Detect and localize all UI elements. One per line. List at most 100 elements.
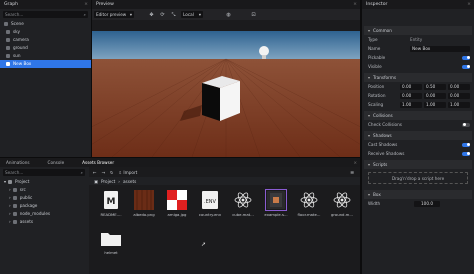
graph-item-label: Scene [11,21,24,26]
graph-search-input[interactable]: Search... ⌕ [3,11,88,18]
asset-tile[interactable]: floor.mate... [297,190,321,217]
folder-icon [12,188,17,192]
check-collisions-row: Check Collisions [362,120,474,129]
breadcrumb-project[interactable]: Project [101,179,115,184]
graph-item[interactable]: camera [0,36,91,44]
folder-icon [101,228,121,248]
project-folder-label: public [19,195,33,200]
scale-gizmo-icon[interactable]: ⤡ [170,11,177,18]
script-drop-zone[interactable]: Drag'n'drop a script here [368,172,468,184]
script-file-icon [265,189,287,211]
receive-shadows-label: Receive Shadows [368,151,405,156]
project-search-placeholder: Search... [5,170,24,175]
width-field[interactable]: 100.0 [414,200,440,207]
globe-icon[interactable]: ◍ [225,11,232,18]
close-icon[interactable]: × [353,160,360,165]
material-icon [233,190,253,210]
folder-icon [12,196,17,200]
close-icon[interactable]: × [467,0,474,9]
close-icon[interactable]: × [84,0,91,9]
graph-item[interactable]: ground [0,44,91,52]
section-transforms[interactable]: ▾ Transforms [364,73,472,82]
scene-render[interactable] [92,31,360,157]
menu-icon[interactable]: ☰ [350,170,360,175]
graph-item[interactable]: sun [0,52,91,60]
section-shadows[interactable]: ▾ Shadows [364,131,472,140]
focus-icon[interactable]: ⊡ [250,11,257,18]
check-collisions-toggle[interactable] [462,122,470,127]
position-z-field[interactable]: 0.00 [448,83,470,90]
chevron-right-icon: › [9,219,11,224]
section-common[interactable]: ▾ Common [364,26,472,35]
chevron-down-icon: ▾ [368,162,371,167]
cast-shadows-label: Cast Shadows [368,142,398,147]
pickable-toggle[interactable] [462,55,470,60]
asset-tile[interactable]: ground.m... [330,190,354,217]
svg-text:.ENV: .ENV [204,199,216,205]
asset-tile[interactable]: cube.mat... [231,190,255,217]
position-row: Position 0.00 0.50 0.00 [362,82,474,91]
breadcrumb: ▣ Project › assets [89,177,360,185]
preview-toolbar: Editor preview ▾ ✥ ⟳ ⤡ Local ▾ ◍ ⊡ [92,9,360,20]
chevron-down-icon: ▾ [368,192,371,197]
scaling-x-field[interactable]: 1.00 [400,101,422,108]
assets-browser: ← → ↻ ⇩ Import ☰ ▣ Project › assets M REA… [89,167,360,274]
space-select[interactable]: Local ▾ [181,11,203,18]
section-common-label: Common [373,28,392,33]
asset-tile[interactable]: .ENV country.env [198,190,222,217]
import-button[interactable]: ⇩ Import [119,170,138,175]
section-scripts[interactable]: ▾ Scripts [364,160,472,169]
project-folder-item[interactable]: › public [0,194,88,202]
rotate-gizmo-icon[interactable]: ⟳ [159,11,166,18]
back-arrow-icon[interactable]: ← [93,170,97,175]
receive-shadows-row: Receive Shadows [362,149,474,158]
graph-item-label: ground [13,45,28,50]
image-thumbnail [167,190,187,210]
project-folder-item[interactable]: › assets [0,218,88,226]
cast-shadows-toggle[interactable] [462,142,470,147]
tab-animations[interactable]: Animations [0,158,36,167]
rotation-z-field[interactable]: 0.00 [448,92,470,99]
project-root[interactable]: ▾ Project [0,178,88,186]
scaling-z-field[interactable]: 1.00 [448,101,470,108]
section-collisions[interactable]: ▾ Collisions [364,111,472,120]
asset-name: country.env [198,212,222,217]
scaling-y-field[interactable]: 1.00 [424,101,446,108]
asset-tile[interactable]: M README.... [99,190,123,217]
position-y-field[interactable]: 0.50 [424,83,446,90]
inspector-panel: ▾ Common Type Entity Name New Box Pickabl… [362,9,474,274]
name-field[interactable]: New Box [410,45,470,52]
3d-viewport[interactable] [92,31,360,157]
forward-arrow-icon[interactable]: → [102,170,106,175]
tab-assets-browser[interactable]: Assets Browser [76,158,120,167]
project-folder-item[interactable]: › src [0,186,88,194]
project-folder-item[interactable]: › node_modules [0,210,88,218]
close-icon[interactable]: × [353,0,360,9]
graph-search-placeholder: Search... [5,12,24,17]
graph-item[interactable]: sky [0,28,91,36]
chevron-right-icon: › [9,187,11,192]
section-box[interactable]: ▾ Box [364,190,472,199]
move-gizmo-icon[interactable]: ✥ [148,11,155,18]
receive-shadows-toggle[interactable] [462,151,470,156]
section-scripts-label: Scripts [373,162,388,167]
asset-tile[interactable]: example.s... [264,189,288,217]
project-search-input[interactable]: Search... ⌕ [3,169,85,176]
breadcrumb-assets[interactable]: assets [123,179,136,184]
graph-item[interactable]: New Box [0,60,91,68]
visible-toggle[interactable] [462,64,470,69]
rotation-x-field[interactable]: 0.00 [400,92,422,99]
assets-toolbar: ← → ↻ ⇩ Import ☰ [89,167,360,177]
width-label: Width [368,201,381,206]
asset-tile[interactable]: amiga.jpg [165,190,189,217]
camera-select[interactable]: Editor preview ▾ [94,11,134,18]
tab-console[interactable]: Console [42,158,71,167]
graph-item[interactable]: Scene [0,20,91,28]
asset-tile[interactable]: albedo.png [132,190,156,217]
project-folder-item[interactable]: › package [0,202,88,210]
project-tree-panel: Search... ⌕ ▾ Project › src › public › packag… [0,167,88,274]
rotation-y-field[interactable]: 0.00 [424,92,446,99]
position-x-field[interactable]: 0.00 [400,83,422,90]
refresh-icon[interactable]: ↻ [110,170,114,175]
asset-tile[interactable]: helmet [99,228,123,255]
